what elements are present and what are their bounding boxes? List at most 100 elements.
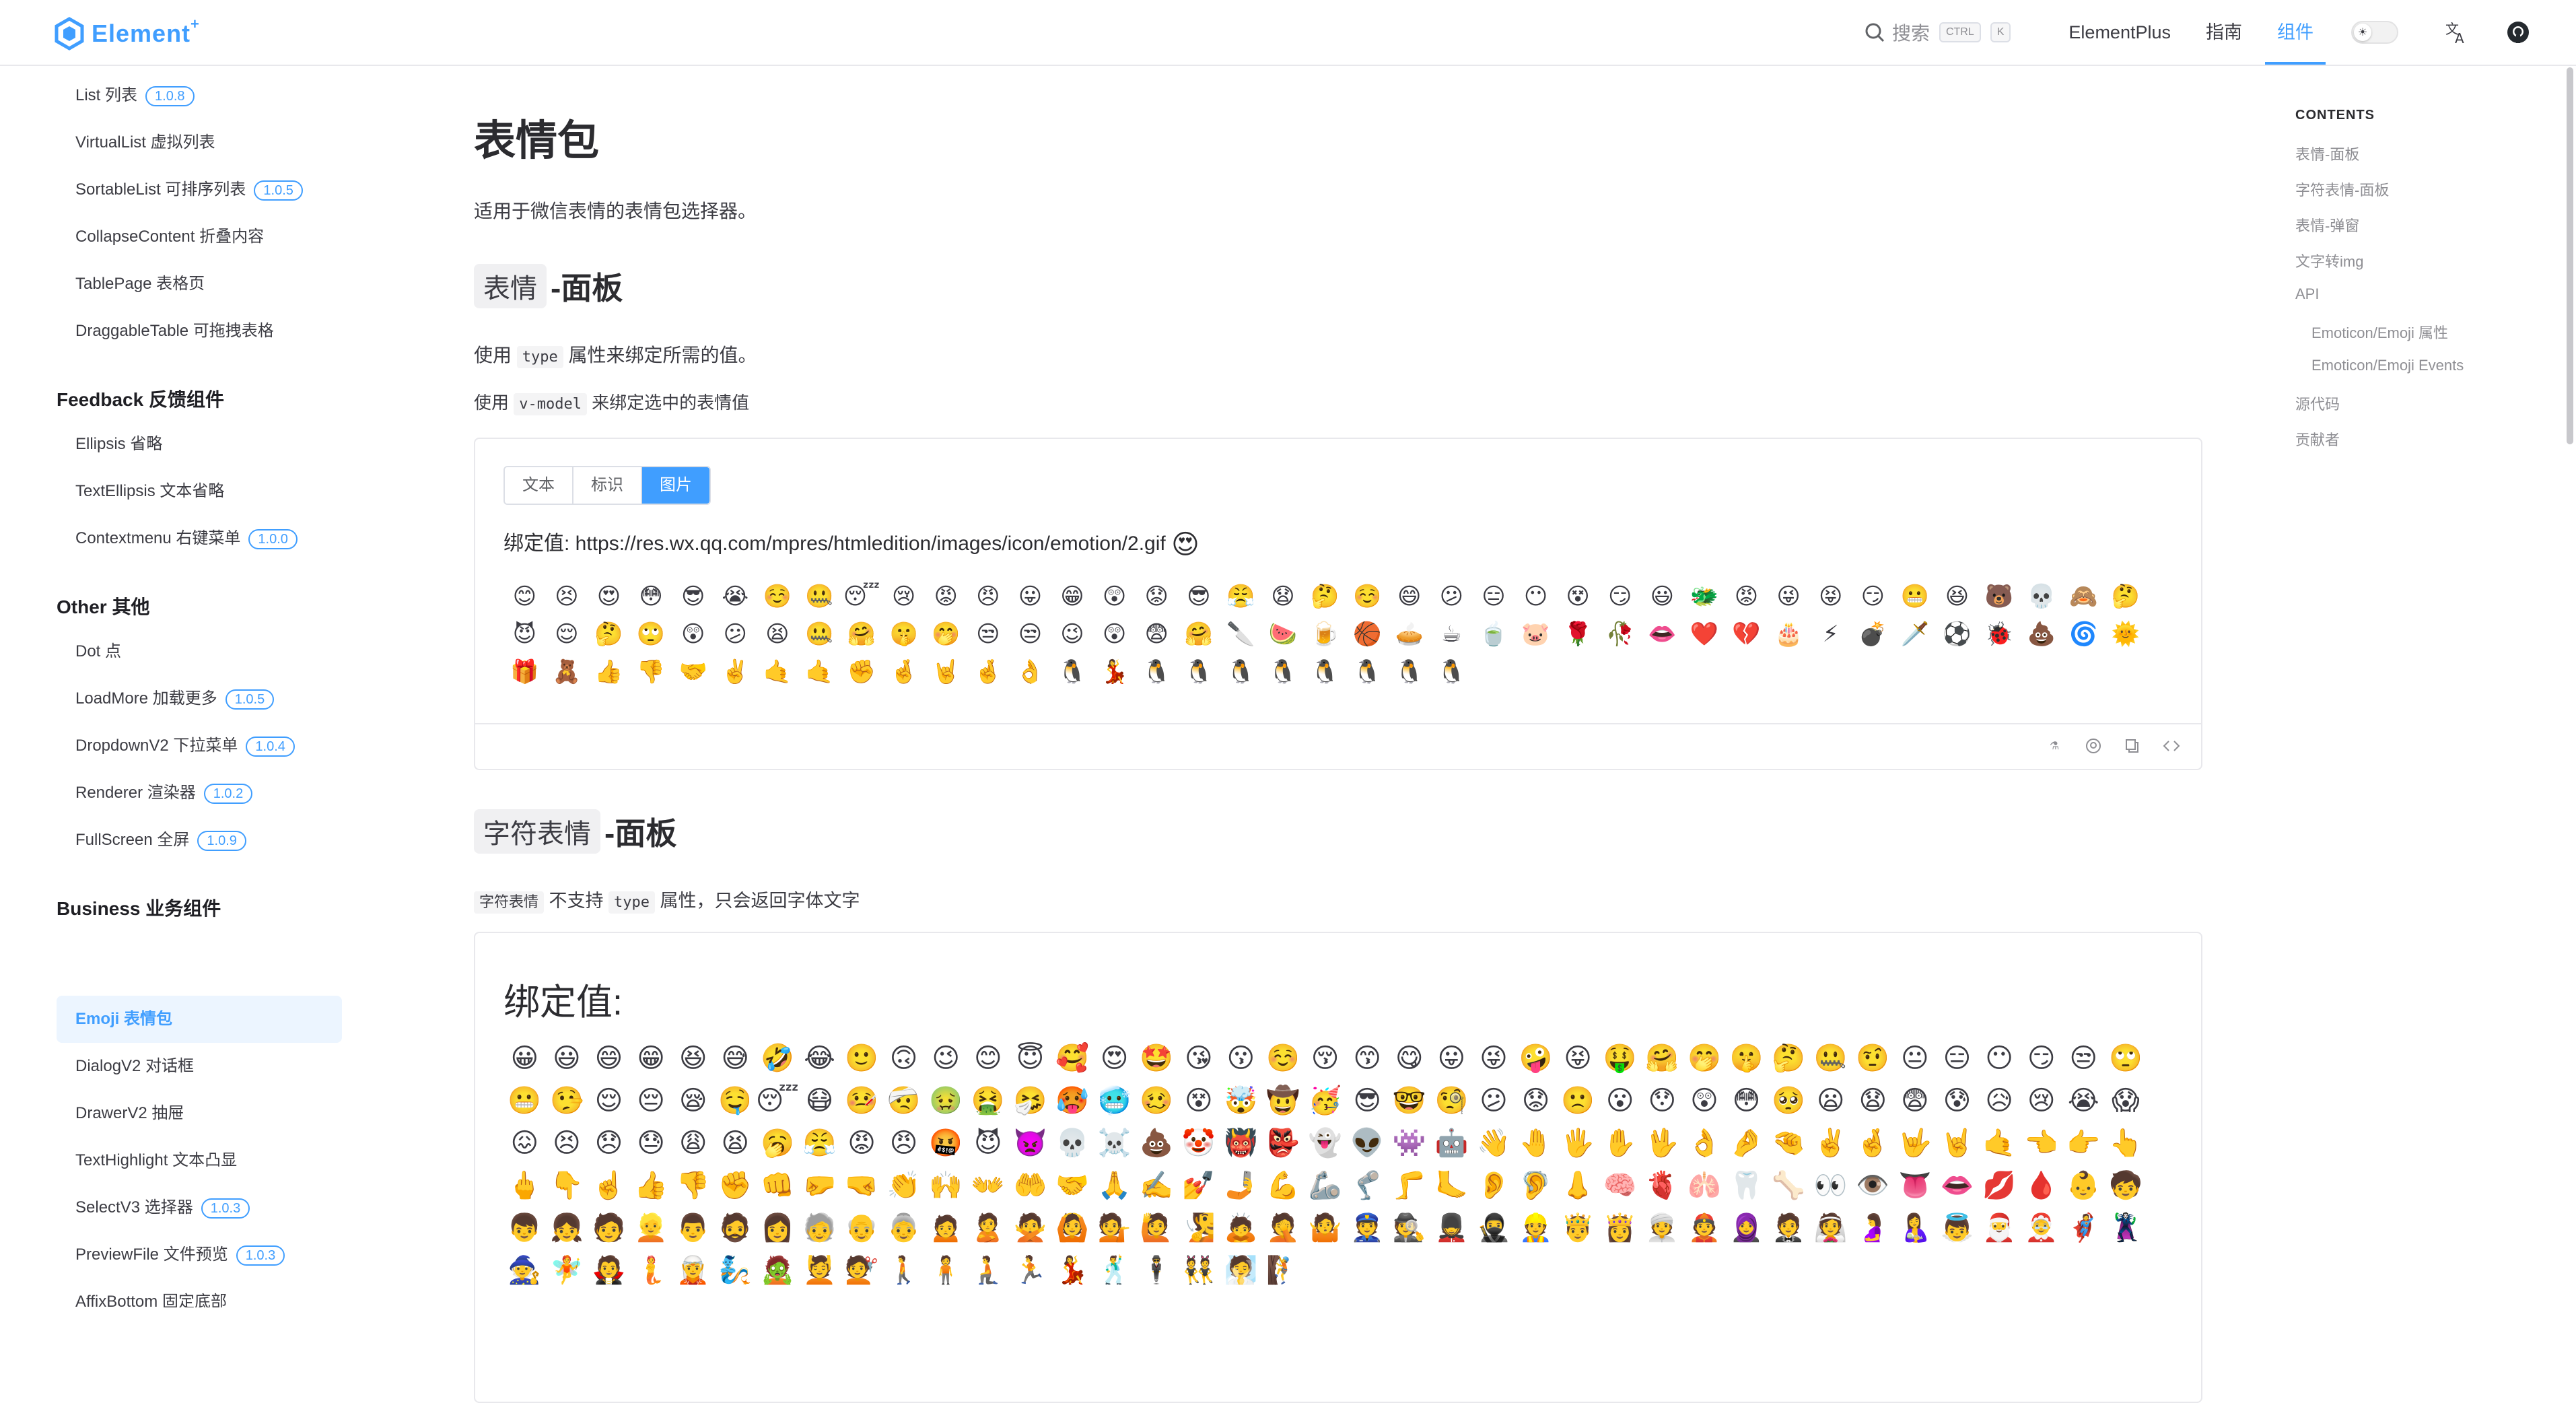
emoji-item[interactable]: ✊: [841, 653, 883, 691]
emoji-item[interactable]: 🐧: [1304, 653, 1346, 691]
emoji-item[interactable]: 🤬: [925, 1122, 967, 1164]
emoji-item[interactable]: 👿: [1009, 1122, 1051, 1164]
sidebar-item-virtuallist[interactable]: VirtualList 虚拟列表: [75, 129, 215, 156]
emoji-item[interactable]: 👏: [882, 1164, 925, 1206]
emoji-item[interactable]: 🦿: [1346, 1164, 1389, 1206]
emoji-item[interactable]: 🕺: [1093, 1249, 1136, 1291]
emoji-item[interactable]: 👱: [630, 1206, 672, 1249]
emoji-item[interactable]: 😔: [630, 1079, 672, 1122]
emoji-item[interactable]: 😤: [798, 1122, 841, 1164]
emoji-item[interactable]: 🐧: [1178, 653, 1220, 691]
emoji-item[interactable]: 🩸: [2020, 1164, 2062, 1206]
emoji-item[interactable]: 🧎: [967, 1249, 1010, 1291]
emoji-item[interactable]: 😘: [1178, 1037, 1220, 1079]
emoji-item[interactable]: 🐧: [1051, 653, 1094, 691]
emoji-item[interactable]: 😥: [1978, 1079, 2021, 1122]
emoji-item[interactable]: ✋: [1599, 1122, 1641, 1164]
translate-icon[interactable]: 文A: [2443, 19, 2470, 46]
emoji-item[interactable]: 🙍: [925, 1206, 967, 1249]
emoji-item[interactable]: 🦹: [2105, 1206, 2147, 1249]
emoji-item[interactable]: 🦷: [1725, 1164, 1768, 1206]
sidebar-item-tablepage[interactable]: TablePage 表格页: [75, 271, 205, 298]
emoji-item[interactable]: 🧞: [714, 1249, 757, 1291]
sidebar-item-list[interactable]: List 列表 1.0.8: [75, 82, 195, 109]
emoji-item[interactable]: 👼: [1936, 1206, 1978, 1249]
emoji-item[interactable]: 🙄: [630, 615, 672, 653]
emoji-item[interactable]: 😚: [1304, 1037, 1346, 1079]
emoji-item[interactable]: 👴: [841, 1206, 883, 1249]
emoji-item[interactable]: 😨: [1894, 1079, 1937, 1122]
emoji-item[interactable]: 🏀: [1346, 615, 1389, 653]
emoji-item[interactable]: 😎: [1178, 578, 1220, 615]
emoji-item[interactable]: 👀: [1809, 1164, 1852, 1206]
emoji-item[interactable]: 😄: [588, 1037, 630, 1079]
toc-item-source[interactable]: 源代码: [2295, 392, 2340, 414]
emoji-item[interactable]: 😲: [1093, 615, 1136, 653]
emoji-item[interactable]: 🍺: [1304, 615, 1346, 653]
emoji-item[interactable]: 😌: [546, 615, 588, 653]
emoji-item[interactable]: 👩: [757, 1206, 799, 1249]
emoji-item[interactable]: 🧕: [1725, 1206, 1768, 1249]
emoji-item[interactable]: 😡: [841, 1122, 883, 1164]
emoji-item[interactable]: 🥴: [1136, 1079, 1178, 1122]
emoji-item[interactable]: 🤙: [757, 653, 799, 691]
emoji-item[interactable]: 🤔: [588, 615, 630, 653]
emoji-item[interactable]: 👎: [672, 1164, 714, 1206]
emoji-item[interactable]: 😏: [1599, 578, 1641, 615]
emoji-item[interactable]: 😮: [1599, 1079, 1641, 1122]
emoji-item[interactable]: 🥱: [757, 1122, 799, 1164]
emoji-item[interactable]: 😪: [672, 1079, 714, 1122]
emoji-item[interactable]: 🤘: [925, 653, 967, 691]
emoji-item[interactable]: 😊: [503, 578, 546, 615]
emoji-item[interactable]: 🤡: [1178, 1122, 1220, 1164]
emoji-item[interactable]: 🤔: [2105, 578, 2147, 615]
emoji-item[interactable]: 👅: [1894, 1164, 1937, 1206]
emoji-item[interactable]: 🤳: [1220, 1164, 1262, 1206]
emoji-item[interactable]: 😤: [1220, 578, 1262, 615]
emoji-item[interactable]: 😠: [967, 578, 1010, 615]
emoji-item[interactable]: 👃: [1557, 1164, 1599, 1206]
emoji-item[interactable]: 🤝: [672, 653, 714, 691]
emoji-item[interactable]: 🙃: [882, 1037, 925, 1079]
emoji-item[interactable]: ☺️: [757, 578, 799, 615]
emoji-item[interactable]: 👳: [1641, 1206, 1683, 1249]
emoji-item[interactable]: 🐧: [1136, 653, 1178, 691]
emoji-item[interactable]: 😒: [2062, 1037, 2105, 1079]
emoji-item[interactable]: 🕵️: [1388, 1206, 1430, 1249]
emoji-item[interactable]: 😢: [2020, 1079, 2062, 1122]
emoji-item[interactable]: 😰: [1936, 1079, 1978, 1122]
nav-link-components[interactable]: 组件: [2265, 0, 2326, 65]
emoji-item[interactable]: 🐧: [1430, 653, 1473, 691]
emoji-item[interactable]: 🤷: [1304, 1206, 1346, 1249]
emoji-item[interactable]: 👺: [1262, 1122, 1304, 1164]
emoji-item[interactable]: ✊: [714, 1164, 757, 1206]
emoji-item[interactable]: 😳: [630, 578, 672, 615]
emoji-item[interactable]: 😍: [588, 578, 630, 615]
emoji-item[interactable]: 😕: [1473, 1079, 1515, 1122]
emoji-item[interactable]: 🤔: [1304, 578, 1346, 615]
nav-link-elementplus[interactable]: ElementPlus: [2068, 0, 2171, 65]
emoji-item[interactable]: 😑: [1936, 1037, 1978, 1079]
logo[interactable]: Element+: [54, 15, 200, 51]
emoji-item[interactable]: 💀: [1051, 1122, 1094, 1164]
emoji-item[interactable]: ⚡: [1809, 615, 1852, 653]
emoji-item[interactable]: 🙆: [1051, 1206, 1094, 1249]
emoji-item[interactable]: 🤣: [757, 1037, 799, 1079]
sidebar-item-selectv3[interactable]: SelectV3 选择器 1.0.3: [75, 1194, 250, 1221]
emoji-item[interactable]: 👾: [1388, 1122, 1430, 1164]
emoji-item[interactable]: 🧐: [1430, 1079, 1473, 1122]
emoji-item[interactable]: 😊: [967, 1037, 1010, 1079]
emoji-item[interactable]: 👮: [1346, 1206, 1389, 1249]
emoji-item[interactable]: 🤪: [1515, 1037, 1557, 1079]
emoji-item[interactable]: 🐧: [1220, 653, 1262, 691]
emoji-item[interactable]: 🤏: [1768, 1122, 1810, 1164]
emoji-item[interactable]: 🤜: [841, 1164, 883, 1206]
emoji-item[interactable]: 🤙: [798, 653, 841, 691]
emoji-item[interactable]: 🤫: [882, 615, 925, 653]
emoji-item[interactable]: ☝️: [588, 1164, 630, 1206]
emoji-item[interactable]: 🐲: [1683, 578, 1726, 615]
emoji-item[interactable]: 🤝: [1051, 1164, 1094, 1206]
emoji-item[interactable]: 👽: [1346, 1122, 1389, 1164]
emoji-item[interactable]: 😴: [756, 1079, 799, 1122]
emoji-item[interactable]: 🤤: [714, 1079, 757, 1122]
